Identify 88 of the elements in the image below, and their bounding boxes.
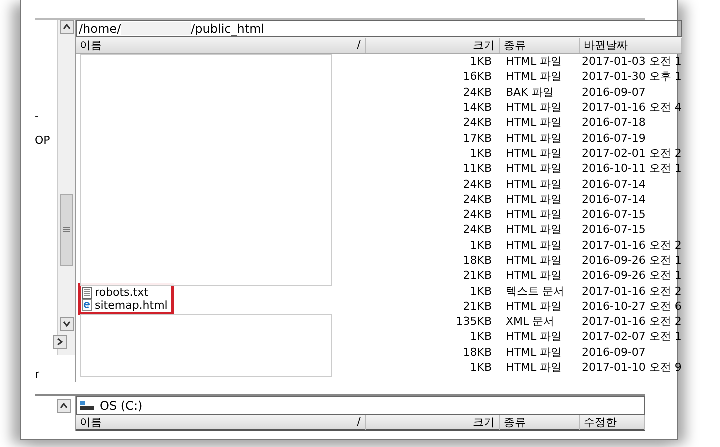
file-type: HTML 파일 [505,115,564,130]
modified-date: 2017-02-01 오전 2 [581,146,682,161]
sort-mark: / [357,38,361,52]
web-file-icon [82,299,92,312]
file-type: HTML 파일 [505,192,564,207]
file-size: 24KB [462,86,493,99]
modified-date: 2016-09-07 [581,346,647,359]
file-type: HTML 파일 [505,69,564,84]
file-type: HTML 파일 [505,329,564,344]
column-header[interactable]: 수정한 [584,415,617,430]
modified-date: 2016-10-27 오전 6 [581,299,682,314]
modified-date: 2016-07-19 [581,132,647,145]
scrollbar-thumb[interactable] [60,194,73,266]
file-size: 24KB [462,116,493,130]
scroll-down-icon[interactable] [60,317,74,331]
path-field[interactable]: /home/ /public_html [76,20,682,37]
file-type: 텍스트 문서 [505,284,566,299]
text-file-icon [82,286,92,299]
file-size: 18KB [462,254,493,267]
modified-date: 2016-09-26 오전 1 [581,268,682,284]
file-type: HTML 파일 [505,146,564,161]
panel-label: - [35,110,40,124]
column-header[interactable]: 종류 [504,38,526,52]
file-type: HTML 파일 [505,207,564,222]
file-size: 17KB [462,132,493,145]
file-type: HTML 파일 [505,344,564,360]
file-size: 14KB [462,101,493,114]
modified-date: 2017-01-30 오후 1 [581,69,682,84]
scroll-up-icon[interactable] [57,399,71,413]
drive-field[interactable]: OS (C:) [76,396,645,415]
file-size: 21KB [462,269,493,282]
file-size: 21KB [462,300,493,314]
panel-label: r [35,368,41,382]
modified-date: 2016-07-18 [581,116,647,130]
file-type: HTML 파일 [505,238,564,253]
sort-mark: / [357,415,361,430]
scroll-up-icon[interactable] [60,20,74,34]
column-header[interactable]: 이름 [80,38,102,52]
file-size: 1KB [469,146,493,160]
file-name[interactable]: robots.txt [95,286,148,300]
modified-date: 2017-01-16 오전 2 [581,238,682,253]
file-size: 18KB [462,346,493,359]
file-type: HTML 파일 [505,130,564,146]
file-size: 1KB [469,238,493,252]
modified-date: 2017-01-16 오전 2 [581,314,682,330]
file-type: HTML 파일 [505,253,564,268]
file-type: BAK 파일 [505,84,555,100]
file-type: HTML 파일 [505,360,564,376]
file-size: 24KB [462,223,493,236]
file-type: XML 문서 [505,314,556,330]
modified-date: 2017-01-10 오전 9 [581,360,682,376]
modified-date: 2017-01-16 오전 4 [581,100,682,116]
file-type: HTML 파일 [505,100,564,116]
file-type: HTML 파일 [505,222,564,238]
column-header[interactable]: 종류 [504,415,526,430]
modified-date: 2016-09-07 [581,86,647,99]
file-size: 24KB [462,192,493,206]
file-name[interactable]: sitemap.html [95,298,168,312]
column-header[interactable]: 크기 [473,415,495,430]
modified-date: 2016-07-14 [581,192,647,206]
modified-date: 2016-07-14 [581,178,647,191]
modified-date: 2016-09-26 오전 1 [581,253,682,268]
file-size: 135KB [455,315,493,328]
column-header[interactable]: 바뀐날짜 [584,38,628,52]
drive-icon [80,400,94,411]
file-type: HTML 파일 [505,161,564,176]
modified-date: 2017-01-16 오전 2 [581,284,682,299]
file-size: 1KB [469,284,493,298]
modified-date: 2017-01-03 오전 1 [581,54,682,70]
file-size: 11KB [462,162,493,176]
file-size: 24KB [462,178,493,191]
file-type: HTML 파일 [505,176,564,192]
column-header[interactable]: 이름 [80,415,102,430]
file-size: 24KB [462,208,493,222]
modified-date: 2016-10-11 오전 1 [581,161,682,176]
modified-date: 2016-07-15 [581,223,647,236]
file-size: 1KB [469,361,493,374]
scroll-right-icon[interactable] [52,335,66,349]
column-header[interactable]: 크기 [473,38,495,52]
file-type: HTML 파일 [505,268,564,284]
file-size: 16KB [462,70,493,84]
file-size: 1KB [469,55,493,68]
modified-date: 2016-07-15 [581,208,647,222]
file-type: HTML 파일 [505,299,564,314]
panel-label: OP [35,134,52,148]
file-type: HTML 파일 [505,54,564,70]
modified-date: 2017-02-07 오전 1 [581,329,682,344]
file-size: 1KB [469,330,493,344]
